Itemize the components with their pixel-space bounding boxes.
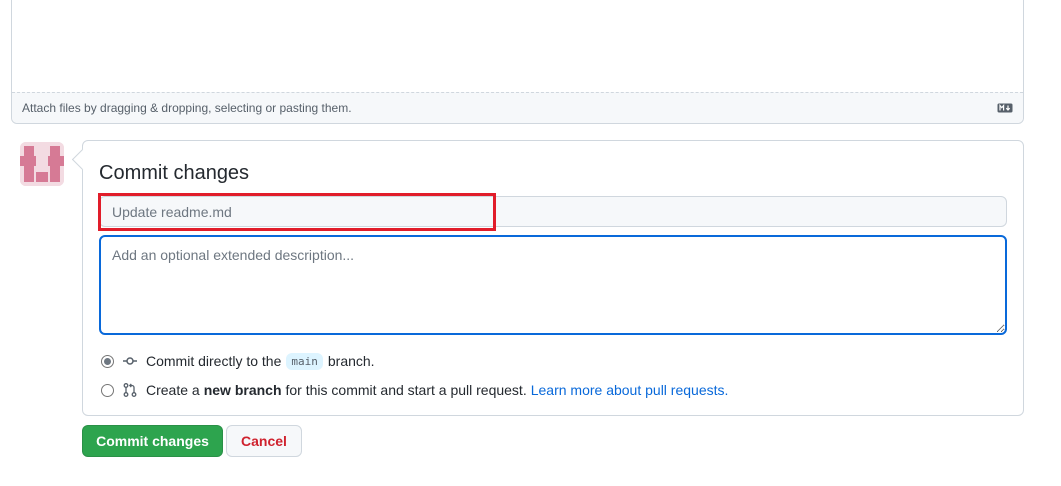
commit-summary-input[interactable] [99,196,1007,227]
commit-changes-button[interactable]: Commit changes [82,425,223,457]
commit-directly-radio[interactable] [101,354,114,368]
attach-files-text: Attach files by dragging & dropping, sel… [22,101,352,115]
attach-files-bar[interactable]: Attach files by dragging & dropping, sel… [12,92,1023,123]
learn-more-pull-requests-link[interactable]: Learn more about pull requests. [531,382,729,398]
new-branch-radio[interactable] [101,383,114,397]
commit-description-textarea[interactable] [99,235,1007,335]
commit-directly-option[interactable]: Commit directly to the main branch. [101,351,375,371]
commit-directly-text: Commit directly to the [146,353,282,369]
branch-name-badge: main [286,352,323,370]
cancel-button[interactable]: Cancel [226,425,302,457]
new-branch-bold-text: new branch [203,382,282,398]
commit-title: Commit changes [99,162,250,184]
comment-editor[interactable]: Attach files by dragging & dropping, sel… [11,0,1024,124]
git-pull-request-icon [122,382,138,398]
new-branch-option[interactable]: Create a new branch for this commit and … [101,380,728,400]
markdown-icon[interactable] [997,103,1013,113]
new-branch-text-after: for this commit and start a pull request… [285,382,527,398]
git-commit-icon [122,353,138,369]
commit-changes-panel: Commit changes Commit directly to the ma… [82,140,1024,416]
avatar[interactable] [20,142,64,186]
new-branch-text-before: Create a [146,382,200,398]
commit-directly-text-after: branch. [327,353,375,369]
